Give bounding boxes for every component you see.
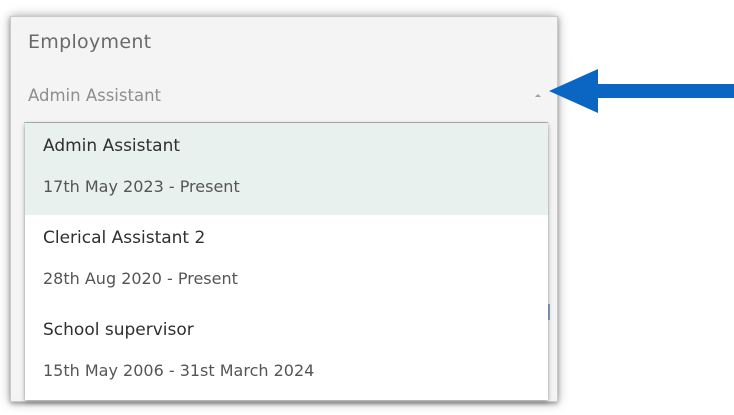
arrow-left-icon bbox=[549, 69, 734, 113]
dropdown-option-admin-assistant[interactable]: Admin Assistant 17th May 2023 - Present bbox=[25, 123, 548, 215]
option-dates: 17th May 2023 - Present bbox=[43, 177, 240, 196]
employment-label: Employment bbox=[28, 31, 152, 53]
option-dates: 15th May 2006 - 31st March 2024 bbox=[43, 361, 315, 380]
background-field-edge bbox=[548, 304, 550, 320]
employment-dropdown-menu: Admin Assistant 17th May 2023 - Present … bbox=[25, 123, 548, 400]
option-title: Clerical Assistant 2 bbox=[43, 228, 206, 248]
option-title: Admin Assistant bbox=[43, 136, 181, 156]
option-dates: 28th Aug 2020 - Present bbox=[43, 269, 238, 288]
dropdown-option-clerical-assistant-2[interactable]: Clerical Assistant 2 28th Aug 2020 - Pre… bbox=[25, 215, 548, 307]
screenshot-stage: Employment Admin Assistant Admin Assista… bbox=[0, 0, 734, 415]
option-title: School supervisor bbox=[43, 320, 194, 340]
dropdown-option-school-supervisor[interactable]: School supervisor 15th May 2006 - 31st M… bbox=[25, 307, 548, 399]
employment-select-value[interactable]: Admin Assistant bbox=[28, 86, 161, 105]
caret-up-icon[interactable] bbox=[535, 94, 541, 97]
